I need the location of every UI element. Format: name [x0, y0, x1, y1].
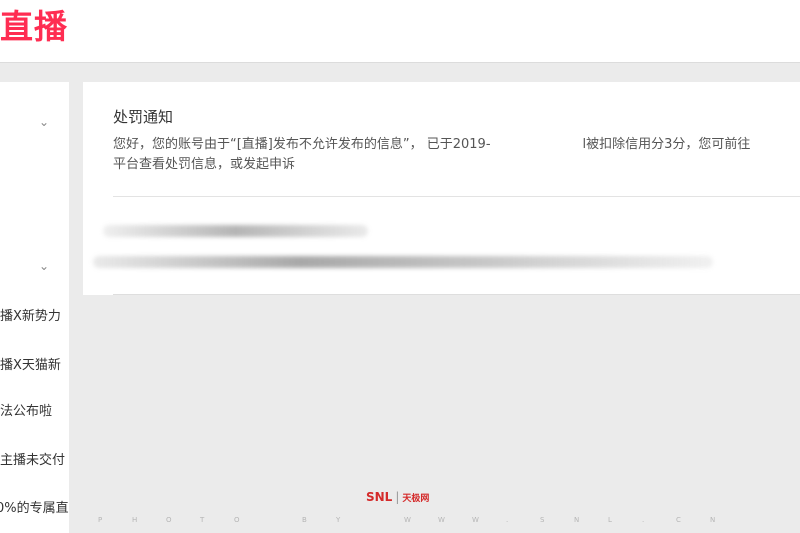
blurred-text: [103, 225, 368, 237]
watermark-char: S: [540, 516, 545, 524]
watermark-char: B: [302, 516, 307, 524]
notice-title: 处罚通知: [113, 108, 174, 126]
watermark-char: W: [404, 516, 411, 524]
logo[interactable]: 直播: [0, 4, 68, 50]
sidebar-item[interactable]: 直播X新势力: [0, 305, 69, 329]
sidebar-item-label: 主播未交付: [0, 453, 66, 468]
notice-text: 您好，您的账号由于“[直播]发布不允许发布的信息”， 已于2019-: [113, 137, 491, 152]
notice-text: l被扣除信用分3分，您可前往: [582, 137, 751, 152]
notice-body: 您好，您的账号由于“[直播]发布不允许发布的信息”， 已于2019- l被扣除信用…: [113, 135, 793, 175]
chevron-down-icon[interactable]: ⌄: [39, 260, 49, 272]
watermark-char: N: [574, 516, 580, 524]
sidebar: ⌄ ⌄ 直播X新势力 直播X天猫新 法公布啦 主播未交付 0%的专属直: [0, 82, 69, 533]
sidebar-item[interactable]: 0%的专属直: [0, 497, 69, 521]
sidebar-item[interactable]: 主播未交付: [0, 449, 69, 473]
watermark-char: W: [438, 516, 445, 524]
watermark-logo: SNL | 天极网: [366, 489, 429, 507]
notice-text: 平台查看处罚信息，或发起申诉: [113, 157, 296, 172]
watermark-char: L: [608, 516, 612, 524]
sidebar-item[interactable]: 直播X天猫新: [0, 354, 69, 378]
divider: [113, 294, 800, 295]
watermark-separator: |: [395, 490, 400, 504]
watermark-brand-cn: 天极网: [402, 494, 430, 504]
divider: [113, 196, 800, 197]
watermark-subtext: P H O T O B Y W W W. S N L. C N: [98, 515, 718, 525]
watermark-char: O: [234, 516, 240, 524]
watermark-char: .: [506, 516, 509, 524]
watermark-char: W: [472, 516, 479, 524]
sidebar-item[interactable]: 法公布啦: [0, 400, 69, 424]
sidebar-item-label: 直播X天猫新: [0, 358, 61, 373]
watermark-char: H: [132, 516, 138, 524]
watermark-char: C: [676, 516, 681, 524]
watermark-brand: SNL: [366, 490, 393, 504]
blurred-text: [93, 256, 713, 268]
watermark-char: N: [710, 516, 716, 524]
sidebar-item-label: 0%的专属直: [0, 501, 69, 516]
watermark-char: .: [642, 516, 645, 524]
watermark-char: O: [166, 516, 172, 524]
penalty-notice-card: 处罚通知 您好，您的账号由于“[直播]发布不允许发布的信息”， 已于2019- l…: [83, 82, 800, 295]
watermark-char: Y: [336, 516, 341, 524]
watermark-char: P: [98, 516, 103, 524]
sidebar-item-label: 法公布啦: [0, 404, 53, 419]
watermark-char: T: [200, 516, 205, 524]
top-header: 直播: [0, 0, 800, 63]
sidebar-item-label: 直播X新势力: [0, 309, 61, 324]
chevron-down-icon[interactable]: ⌄: [39, 116, 49, 128]
